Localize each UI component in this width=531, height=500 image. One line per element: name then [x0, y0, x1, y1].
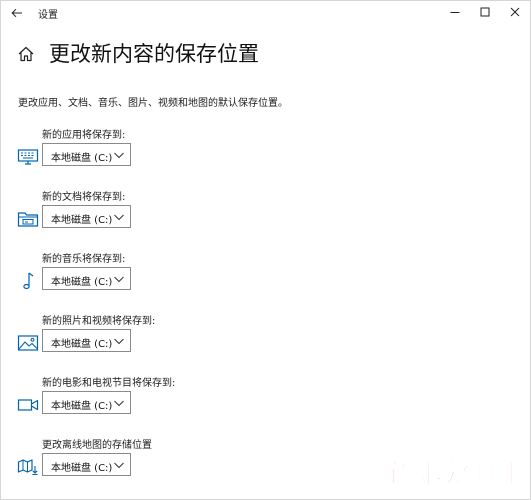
minimize-button[interactable] — [440, 1, 470, 23]
window-title: 设置 — [38, 10, 58, 21]
map-download-icon — [17, 457, 39, 477]
watermark-text: 宝哥软件园 — [380, 458, 517, 489]
music-drive-value: 本地磁盘 (C:) — [51, 277, 113, 288]
apps-save-label: 新的应用将保存到: — [42, 130, 126, 141]
maximize-icon — [480, 7, 490, 17]
movies-save-label: 新的电影和电视节目将保存到: — [42, 378, 176, 389]
documents-drive-dropdown[interactable]: 本地磁盘 (C:) — [42, 205, 131, 228]
image-icon — [17, 333, 39, 353]
back-button[interactable] — [7, 3, 27, 23]
window-controls — [440, 1, 530, 23]
maps-drive-value: 本地磁盘 (C:) — [51, 463, 113, 474]
watermark: 宝哥软件园 — [380, 449, 525, 493]
music-drive-dropdown[interactable]: 本地磁盘 (C:) — [42, 267, 131, 290]
title-bar: 设置 — [1, 1, 530, 25]
chevron-down-icon — [114, 338, 124, 345]
photos-save-label: 新的照片和视频将保存到: — [42, 316, 156, 327]
music-save-section: 新的音乐将保存到: 本地磁盘 (C:) — [1, 250, 401, 310]
close-button[interactable] — [500, 1, 530, 23]
photos-drive-dropdown[interactable]: 本地磁盘 (C:) — [42, 329, 131, 352]
home-button[interactable] — [17, 45, 35, 63]
chevron-down-icon — [114, 152, 124, 159]
apps-drive-dropdown[interactable]: 本地磁盘 (C:) — [42, 143, 131, 166]
documents-save-label: 新的文档将保存到: — [42, 192, 126, 203]
home-icon — [18, 46, 34, 62]
documents-save-section: 新的文档将保存到: 本地磁盘 (C:) — [1, 188, 401, 248]
chevron-down-icon — [114, 462, 124, 469]
music-save-label: 新的音乐将保存到: — [42, 254, 126, 265]
apps-save-section: 新的应用将保存到: 本地磁盘 (C:) — [1, 126, 401, 186]
documents-drive-value: 本地磁盘 (C:) — [51, 215, 113, 226]
maps-save-label: 更改离线地图的存储位置 — [42, 440, 152, 451]
monitor-icon — [17, 147, 39, 167]
minimize-icon — [450, 12, 460, 13]
maps-drive-dropdown[interactable]: 本地磁盘 (C:) — [42, 453, 131, 476]
close-icon — [510, 7, 520, 17]
page-description: 更改应用、文档、音乐、图片、视频和地图的默认保存位置。 — [18, 98, 288, 109]
apps-drive-value: 本地磁盘 (C:) — [51, 153, 113, 164]
video-camera-icon — [17, 395, 39, 415]
maps-save-section: 更改离线地图的存储位置 本地磁盘 (C:) — [1, 436, 401, 496]
chevron-down-icon — [114, 400, 124, 407]
chevron-down-icon — [114, 214, 124, 221]
movies-drive-dropdown[interactable]: 本地磁盘 (C:) — [42, 391, 131, 414]
back-arrow-icon — [11, 8, 22, 18]
movies-drive-value: 本地磁盘 (C:) — [51, 401, 113, 412]
photos-save-section: 新的照片和视频将保存到: 本地磁盘 (C:) — [1, 312, 401, 372]
chevron-down-icon — [114, 276, 124, 283]
music-note-icon — [17, 271, 39, 291]
maximize-button[interactable] — [470, 1, 500, 23]
settings-window: 设置 更改新内容的保存位置 更改应用、文档、音乐、图片、视频和地图的默认保存位置… — [0, 0, 531, 500]
folder-drive-icon — [17, 209, 39, 229]
movies-save-section: 新的电影和电视节目将保存到: 本地磁盘 (C:) — [1, 374, 401, 434]
page-title: 更改新内容的保存位置 — [49, 42, 259, 66]
photos-drive-value: 本地磁盘 (C:) — [51, 339, 113, 350]
